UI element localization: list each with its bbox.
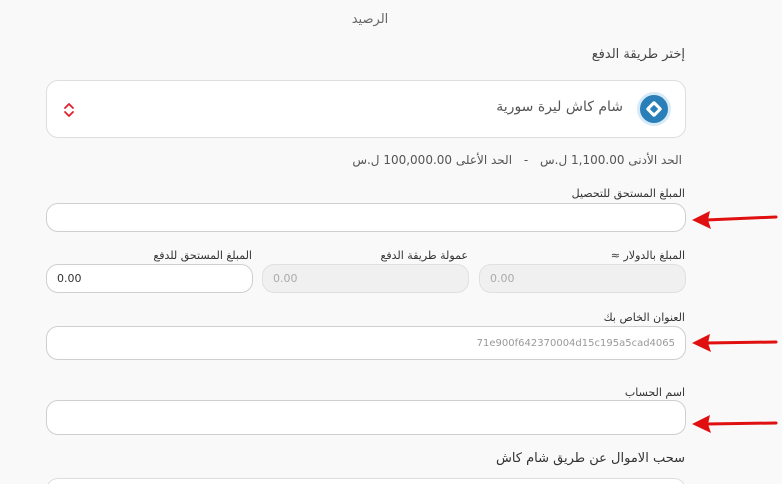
address-value: 71e900f642370004d15c195a5cad4065 bbox=[476, 337, 675, 349]
payment-method-select[interactable]: شام كاش ليرة سورية bbox=[46, 80, 686, 138]
amount-due-input[interactable] bbox=[46, 203, 686, 232]
balance-label: الرصيد bbox=[351, 12, 389, 27]
payment-method-selected: شام كاش ليرة سورية bbox=[496, 99, 623, 115]
address-label: العنوان الخاص بك bbox=[603, 311, 685, 324]
limits-text: الحد الأدنى 1,100.00 ل.س - الحد الأعلى 1… bbox=[348, 153, 686, 167]
account-name-input[interactable] bbox=[46, 400, 686, 435]
method-fee-label: عمولة طريقة الدفع bbox=[380, 249, 469, 262]
withdraw-title: سحب الاموال عن طريق شام كاش bbox=[495, 451, 685, 466]
limit-separator: - bbox=[523, 153, 529, 167]
method-fee-input[interactable] bbox=[262, 264, 469, 293]
sham-cash-logo-icon bbox=[637, 92, 671, 126]
withdraw-section-box bbox=[46, 478, 686, 484]
amount-due-label: المبلغ المستحق للتحصيل bbox=[571, 187, 685, 200]
max-limit: الحد الأعلى 100,000.00 ل.س bbox=[352, 153, 513, 167]
red-arrow-icon bbox=[692, 415, 778, 433]
address-input[interactable]: 71e900f642370004d15c195a5cad4065 bbox=[46, 326, 686, 360]
usd-amount-input[interactable] bbox=[479, 264, 686, 293]
payment-method-label: إختر طريقة الدفع bbox=[591, 47, 685, 62]
usd-amount-label: المبلغ بالدولار ≈ bbox=[610, 249, 685, 262]
red-arrow-icon bbox=[692, 334, 778, 352]
min-limit: الحد الأدنى 1,100.00 ل.س bbox=[540, 153, 682, 167]
red-arrow-icon bbox=[692, 211, 778, 229]
amount-payable-input[interactable] bbox=[46, 264, 253, 293]
account-name-label: اسم الحساب bbox=[624, 386, 685, 399]
amount-payable-label: المبلغ المستحق للدفع bbox=[153, 249, 252, 262]
updown-chevron-icon bbox=[63, 100, 75, 120]
